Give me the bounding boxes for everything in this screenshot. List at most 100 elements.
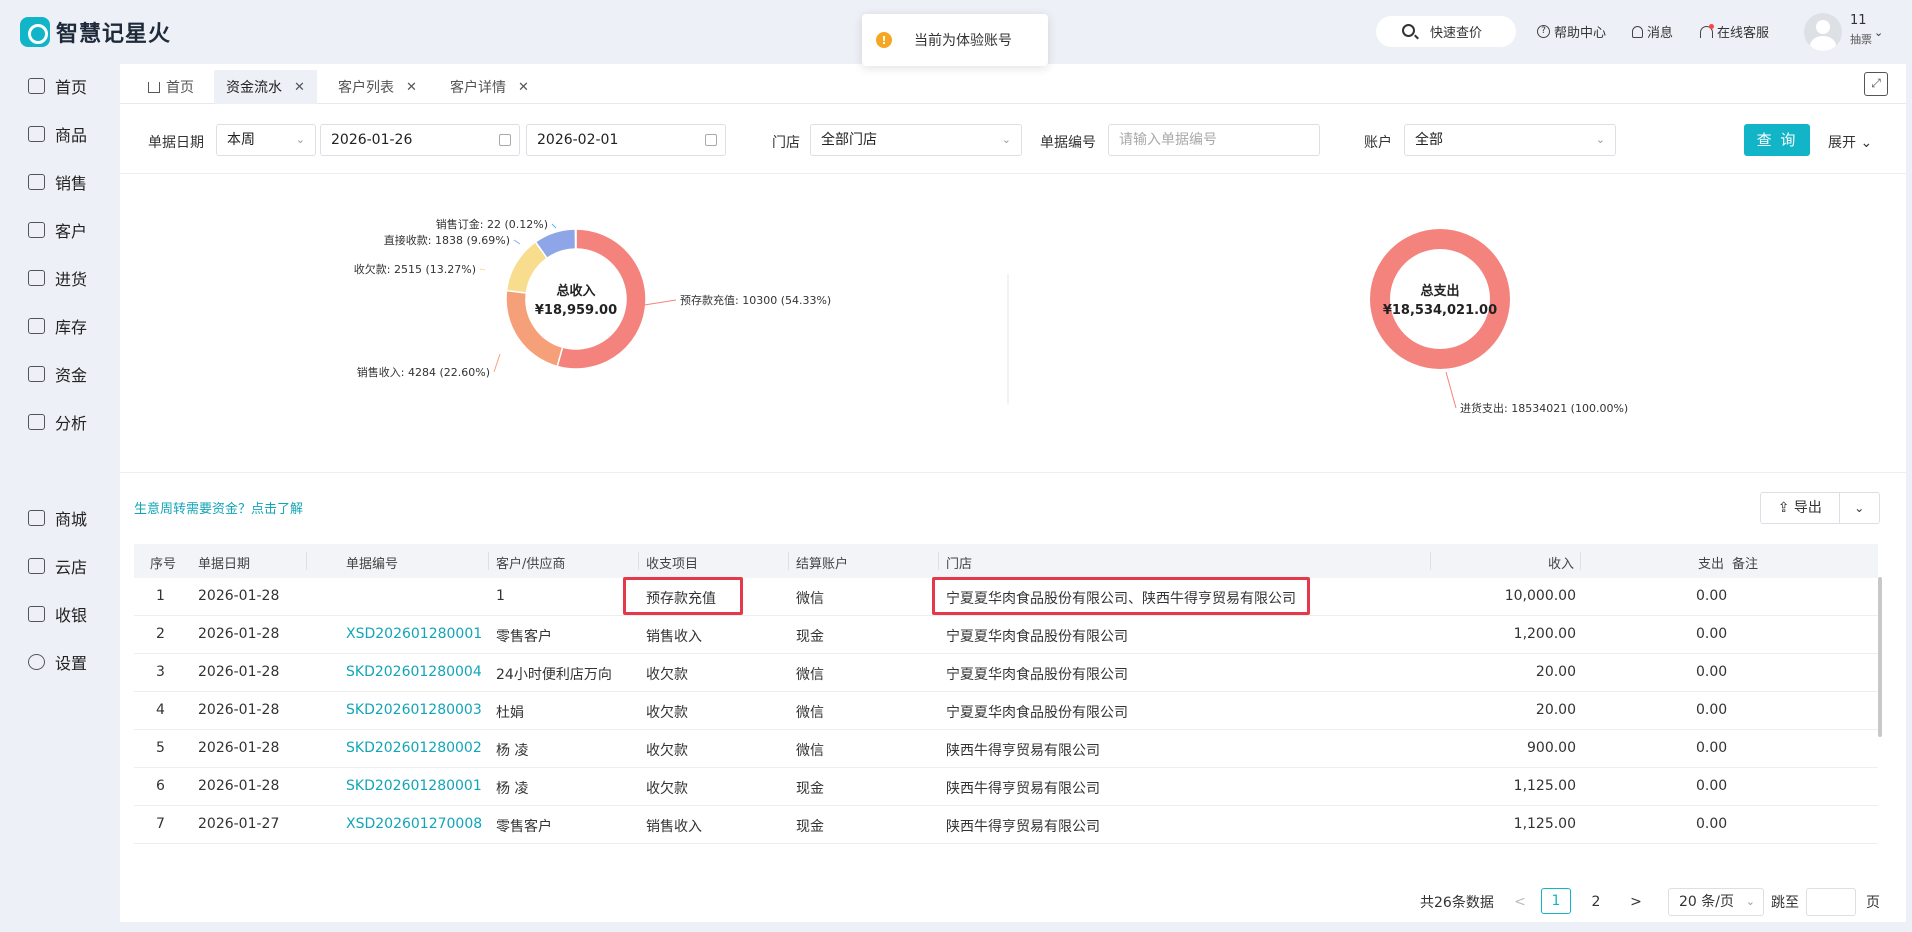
cell-doc-no[interactable]: XSD202601280001: [346, 626, 482, 642]
export-dropdown-button[interactable]: ⌄: [1840, 493, 1879, 523]
calendar-icon: [499, 134, 511, 146]
pie-slice[interactable]: [574, 228, 577, 250]
cell-date: 2026-01-28: [198, 778, 280, 794]
cell-store: 宁夏夏华肉食品股份有限公司: [946, 705, 1128, 721]
close-icon[interactable]: ✕: [518, 80, 529, 95]
sidebar-item-sales[interactable]: 销售: [28, 170, 87, 194]
tab-customer-list[interactable]: 客户列表 ✕: [326, 70, 429, 104]
inventory-icon: [28, 318, 45, 334]
pie-slice-label: 销售订金: 22 (0.12%): [436, 217, 548, 231]
quick-price-search-button[interactable]: 快速查价: [1376, 16, 1516, 47]
cell-item: 收欠款: [646, 743, 688, 759]
pie-label-line: [551, 223, 557, 229]
sidebar-item-label: 进货: [55, 270, 88, 289]
cell-expense: 0.00: [1696, 740, 1728, 756]
table-row[interactable]: 5 2026-01-28 SKD202601280002 杨 凌 收欠款 微信 陕西牛得亨贸…: [134, 730, 1878, 768]
pie-label-line: [513, 239, 521, 245]
sidebar-item-home[interactable]: 首页: [28, 74, 87, 98]
close-icon[interactable]: ✕: [294, 80, 305, 95]
cell-doc-no[interactable]: SKD202601280003: [346, 702, 482, 718]
user-subtitle: 抽票: [1850, 33, 1872, 46]
table-row[interactable]: 3 2026-01-28 SKD202601280004 24小时便利店万向 收欠款 微信…: [134, 654, 1878, 692]
tab-fund-flow[interactable]: 资金流水 ✕: [214, 70, 317, 104]
chevron-down-icon[interactable]: ⌄: [1874, 26, 1883, 39]
page-size-select[interactable]: 20 条/页 ⌄: [1668, 888, 1764, 916]
chevron-down-icon: ⌄: [1595, 133, 1605, 146]
funds-icon: [28, 366, 45, 382]
next-page-button[interactable]: >: [1626, 890, 1646, 916]
table-row[interactable]: 2 2026-01-28 XSD202601280001 零售客户 销售收入 现金 宁夏夏华…: [134, 616, 1878, 654]
cell-doc-no[interactable]: SKD202601280001: [346, 778, 482, 794]
header-item: 收支项目: [646, 557, 699, 572]
help-center-label: 帮助中心: [1554, 26, 1607, 41]
table-scrollbar[interactable]: [1878, 577, 1882, 737]
tab-home[interactable]: 首页: [136, 70, 206, 104]
table-row[interactable]: 7 2026-01-27 XSD202601270008 零售客户 销售收入 现金 陕西牛得…: [134, 806, 1878, 844]
help-icon: ?: [1537, 25, 1550, 38]
sidebar-item-goods[interactable]: 商品: [28, 122, 87, 146]
column-divider: [938, 552, 939, 570]
cell-party: 杨 凌: [496, 743, 529, 759]
messages-link[interactable]: 消息: [1632, 22, 1673, 41]
page-1-button[interactable]: 1: [1541, 888, 1571, 914]
store-select[interactable]: 全部门店 ⌄: [810, 124, 1022, 156]
sidebar-item-customer[interactable]: 客户: [28, 218, 87, 242]
header-remark: 备注: [1732, 557, 1759, 572]
pie-slice[interactable]: [505, 289, 564, 368]
doc-no-label: 单据编号: [1040, 135, 1096, 151]
app-logo[interactable]: 智慧记星火: [20, 16, 171, 48]
help-center-link[interactable]: ? 帮助中心: [1537, 22, 1606, 41]
jump-label: 跳至: [1771, 895, 1799, 911]
cell-doc-no[interactable]: SKD202601280002: [346, 740, 482, 756]
sidebar-item-mall[interactable]: 商城: [28, 506, 87, 530]
account-select[interactable]: 全部 ⌄: [1404, 124, 1616, 156]
table-row[interactable]: 4 2026-01-28 SKD202601280003 杜娟 收欠款 微信 宁夏夏华肉食品…: [134, 692, 1878, 730]
user-name[interactable]: 11: [1850, 13, 1867, 28]
sidebar-item-purchase[interactable]: 进货: [28, 266, 87, 290]
query-button[interactable]: 查 询: [1744, 124, 1810, 156]
headset-icon: [1700, 23, 1714, 38]
page-2-button[interactable]: 2: [1586, 890, 1606, 916]
cell-doc-no[interactable]: XSD202601270008: [346, 816, 482, 832]
table-row[interactable]: 6 2026-01-28 SKD202601280001 杨 凌 收欠款 现金 陕西牛得亨贸…: [134, 768, 1878, 806]
sidebar-item-label: 首页: [55, 78, 88, 97]
export-button[interactable]: ⇪ 导出: [1761, 493, 1840, 523]
pie-slice-label: 直接收款: 1838 (9.69%): [384, 233, 510, 247]
tab-bar: 首页 资金流水 ✕ 客户列表 ✕ 客户详情 ✕ ⤢: [120, 64, 1906, 104]
cell-doc-no[interactable]: SKD202601280004: [346, 664, 482, 680]
cell-date: 2026-01-28: [198, 702, 280, 718]
period-select[interactable]: 本周 ⌄: [216, 124, 316, 156]
prev-page-button[interactable]: <: [1510, 890, 1530, 916]
jump-page-input[interactable]: [1806, 888, 1856, 916]
calendar-icon: [705, 134, 717, 146]
sidebar-item-inventory[interactable]: 库存: [28, 314, 87, 338]
doc-no-input[interactable]: 请输入单据编号: [1108, 124, 1320, 156]
warning-icon: !: [876, 32, 892, 48]
header-expense: 支出: [1698, 557, 1725, 572]
sidebar-item-cloud-store[interactable]: 云店: [28, 554, 87, 578]
sidebar-item-funds[interactable]: 资金: [28, 362, 87, 386]
chevron-down-icon: ⌄: [1745, 895, 1755, 908]
table-header: 序号 单据日期 单据编号 客户/供应商 收支项目 结算账户 门店 收入 支出 备…: [134, 544, 1878, 578]
cell-income: 1,200.00: [1513, 626, 1576, 642]
start-date-input[interactable]: 2026-01-26: [320, 124, 520, 156]
promo-link[interactable]: 生意周转需要资金？点击了解: [134, 498, 303, 517]
sidebar-item-settings[interactable]: 设置: [28, 650, 87, 674]
sidebar-item-label: 资金: [55, 366, 88, 385]
sidebar-item-cashier[interactable]: 收银: [28, 602, 87, 626]
tab-customer-detail[interactable]: 客户详情 ✕: [438, 70, 541, 104]
cell-account: 微信: [796, 591, 824, 607]
close-icon[interactable]: ✕: [406, 80, 417, 95]
cell-party: 杨 凌: [496, 781, 529, 797]
end-date-input[interactable]: 2026-02-01: [526, 124, 726, 156]
export-label: 导出: [1793, 500, 1822, 516]
pie-slice[interactable]: [1370, 229, 1510, 369]
sidebar-item-analysis[interactable]: 分析: [28, 410, 87, 434]
cell-date: 2026-01-28: [198, 740, 280, 756]
mall-icon: [28, 510, 45, 526]
online-service-link[interactable]: 在线客服: [1700, 22, 1769, 41]
fullscreen-icon[interactable]: ⤢: [1864, 72, 1888, 96]
account-value: 全部: [1415, 132, 1443, 148]
unfold-button[interactable]: 展开 ⌄: [1828, 132, 1872, 152]
avatar[interactable]: [1804, 13, 1842, 51]
